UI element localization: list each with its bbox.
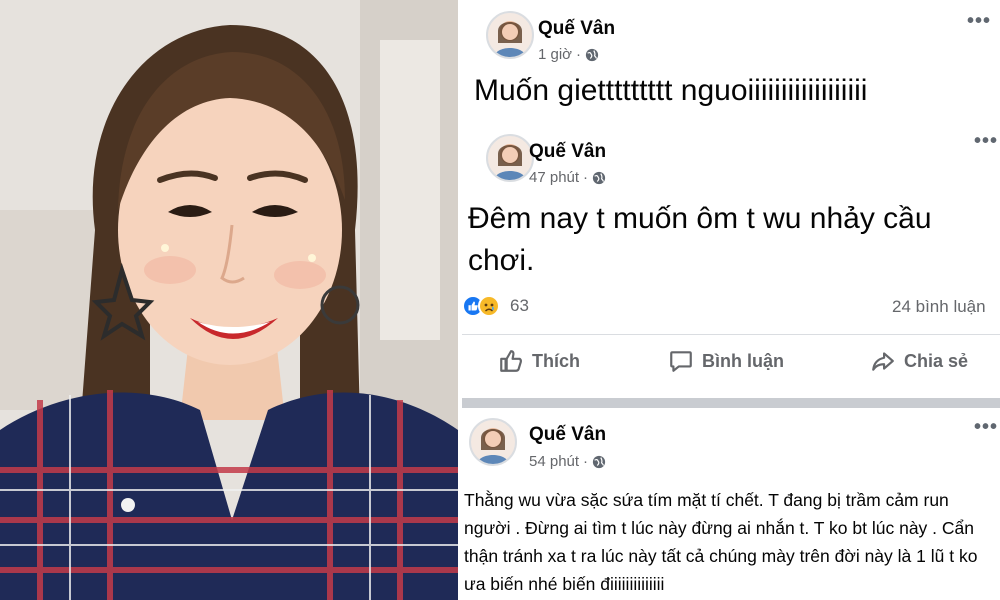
- post-time[interactable]: 54 phút: [529, 453, 579, 470]
- post-1: Quế Vân 1 giờ · ••• Muốn giettttttttt ng…: [462, 0, 1000, 120]
- share-icon: [872, 352, 894, 371]
- post-time[interactable]: 1 giờ: [538, 46, 572, 63]
- thumbs-up-icon: [500, 350, 522, 372]
- more-options-icon[interactable]: •••: [967, 10, 991, 33]
- avatar[interactable]: [486, 134, 534, 182]
- comment-label: Bình luận: [702, 350, 784, 371]
- post-text: Thằng wu vừa sặc sứa tím mặt tí chết. T …: [464, 490, 978, 594]
- comment-count[interactable]: 24 bình luận: [892, 297, 986, 317]
- avatar[interactable]: [486, 11, 534, 59]
- post-author[interactable]: Quế Vân: [529, 424, 606, 446]
- post-text: Đêm nay t muốn ôm t wu nhảy cầu chơi.: [468, 202, 932, 277]
- facebook-feed-collage: Quế Vân 1 giờ · ••• Muốn giettttttttt ng…: [462, 0, 1000, 600]
- post-meta: 54 phút ·: [529, 453, 606, 470]
- share-button[interactable]: Chia sẻ: [870, 335, 968, 387]
- reaction-summary[interactable]: 63: [462, 295, 529, 317]
- like-label: Thích: [532, 350, 580, 371]
- post-author[interactable]: Quế Vân: [538, 18, 615, 40]
- post-author[interactable]: Quế Vân: [529, 141, 606, 163]
- globe-icon: [592, 171, 606, 184]
- post-text: Muốn giettttttttt nguoiiiiiiiiiiiiiiiiii: [474, 74, 868, 107]
- portrait-illustration: [0, 0, 458, 600]
- comment-button[interactable]: Bình luận: [668, 335, 784, 387]
- post-2: Quế Vân 47 phút · ••• Đêm nay t muốn ôm …: [462, 122, 1000, 398]
- profile-photo: [0, 0, 458, 600]
- reaction-count: 63: [510, 296, 529, 315]
- post-meta: 47 phút ·: [529, 169, 606, 186]
- post-meta: 1 giờ ·: [538, 46, 599, 63]
- post-time[interactable]: 47 phút: [529, 169, 579, 186]
- like-button[interactable]: Thích: [498, 335, 580, 387]
- share-label: Chia sẻ: [904, 350, 969, 371]
- globe-icon: [592, 455, 606, 468]
- sad-reaction-icon: [478, 295, 500, 317]
- avatar[interactable]: [469, 418, 517, 466]
- post-separator: [462, 398, 1000, 408]
- reaction-icons: [462, 295, 504, 317]
- post-action-bar: Thích Bình luận Chia sẻ: [462, 334, 1000, 386]
- comment-icon: [670, 351, 692, 372]
- post-3: Quế Vân 54 phút · ••• Thằng wu vừa sặc s…: [462, 408, 1000, 600]
- more-options-icon[interactable]: •••: [974, 416, 998, 439]
- more-options-icon[interactable]: •••: [974, 130, 998, 153]
- globe-icon: [585, 48, 599, 61]
